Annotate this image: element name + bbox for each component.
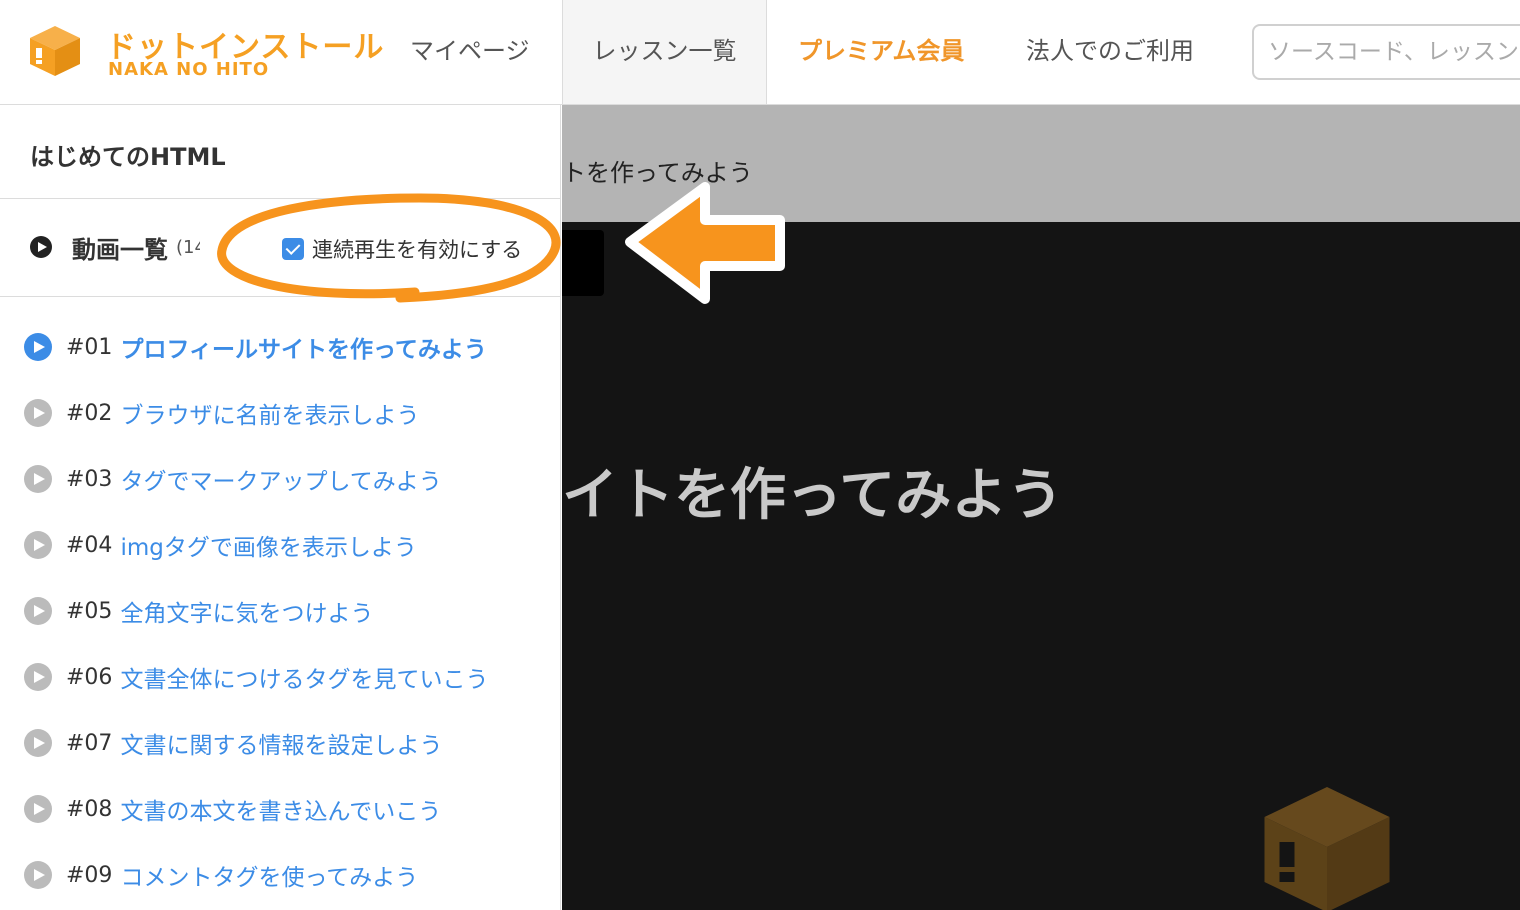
lesson-item-08[interactable]: #08 文書の本文を書き込んでいこう	[24, 789, 441, 829]
autoplay-toggle[interactable]: 連続再生を有効にする	[282, 234, 522, 264]
video-title-bar: トを作ってみよう	[562, 105, 1520, 222]
lesson-number: #01	[66, 334, 113, 360]
lesson-item-03[interactable]: #03 タグでマークアップしてみよう	[24, 459, 442, 499]
nav-premium[interactable]: プレミアム会員	[798, 0, 964, 104]
lesson-title[interactable]: プロフィールサイトを作ってみよう	[120, 330, 486, 364]
box-logo-icon	[1264, 787, 1390, 910]
lesson-sidebar: はじめてのHTML 動画一覧 (14 連続再生を有効にする #01 プロフィール…	[0, 105, 561, 910]
lesson-title[interactable]: タグでマークアップしてみよう	[120, 462, 441, 496]
lesson-item-02[interactable]: #02 ブラウザに名前を表示しよう	[24, 393, 419, 433]
lesson-number: #06	[66, 664, 113, 690]
lesson-number: #07	[66, 730, 113, 756]
play-circle-icon	[24, 597, 52, 625]
video-list-count: (14	[176, 236, 200, 258]
logo-subtitle: NAKA NO HITO	[108, 59, 270, 80]
nav-lessons[interactable]: レッスン一覧	[562, 0, 767, 104]
video-caption: イトを作ってみよう	[562, 463, 1064, 528]
lesson-title[interactable]: コメントタグを使ってみよう	[120, 858, 418, 892]
lesson-title[interactable]: ブラウザに名前を表示しよう	[120, 396, 419, 430]
lesson-item-09[interactable]: #09 コメントタグを使ってみよう	[24, 855, 418, 895]
lesson-item-06[interactable]: #06 文書全体につけるタグを見ていこう	[24, 657, 488, 697]
lesson-number: #02	[66, 400, 113, 426]
play-circle-icon	[24, 465, 52, 493]
divider	[0, 198, 560, 199]
play-circle-icon	[24, 333, 52, 361]
lesson-title[interactable]: imgタグで画像を表示しよう	[120, 528, 416, 562]
video-list-header: 動画一覧 (14	[30, 231, 200, 264]
box-logo-icon	[30, 26, 80, 76]
play-circle-icon	[24, 531, 52, 559]
lesson-number: #03	[66, 466, 113, 492]
site-header: ドットインストール NAKA NO HITO マイページ レッスン一覧 プレミア…	[0, 0, 1520, 105]
search-input[interactable]	[1252, 24, 1520, 80]
lesson-title[interactable]: 文書全体につけるタグを見ていこう	[120, 660, 488, 694]
lesson-title[interactable]: 文書に関する情報を設定しよう	[120, 726, 442, 760]
lesson-number: #05	[66, 598, 113, 624]
lesson-item-07[interactable]: #07 文書に関する情報を設定しよう	[24, 723, 442, 763]
play-circle-icon	[30, 236, 52, 258]
play-circle-icon	[24, 729, 52, 757]
lesson-item-04[interactable]: #04 imgタグで画像を表示しよう	[24, 525, 417, 565]
video-title-text: トを作ってみよう	[562, 159, 753, 187]
lesson-item-05[interactable]: #05 全角文字に気をつけよう	[24, 591, 373, 631]
nav-corporate[interactable]: 法人でのご利用	[1026, 0, 1194, 104]
lesson-item-01[interactable]: #01 プロフィールサイトを作ってみよう	[24, 327, 487, 367]
play-circle-icon	[24, 399, 52, 427]
lesson-number: #04	[66, 532, 113, 558]
autoplay-checkbox[interactable]	[282, 238, 304, 260]
course-title[interactable]: はじめてのHTML	[30, 137, 226, 172]
divider	[0, 296, 560, 297]
lesson-title[interactable]: 文書の本文を書き込んでいこう	[120, 792, 441, 826]
site-logo[interactable]: ドットインストール NAKA NO HITO	[26, 22, 383, 82]
video-list-label: 動画一覧	[72, 235, 168, 264]
video-player[interactable]: 。 イトを作ってみよう	[562, 222, 1520, 910]
lesson-title[interactable]: 全角文字に気をつけよう	[120, 594, 373, 628]
video-overlay-badge: 。	[562, 230, 604, 296]
play-circle-icon	[24, 795, 52, 823]
lesson-number: #09	[66, 862, 113, 888]
video-badge-text: 。	[562, 250, 570, 290]
play-circle-icon	[24, 861, 52, 889]
autoplay-label: 連続再生を有効にする	[312, 238, 523, 262]
lesson-number: #08	[66, 796, 113, 822]
play-circle-icon	[24, 663, 52, 691]
nav-mypage[interactable]: マイページ	[410, 0, 530, 104]
